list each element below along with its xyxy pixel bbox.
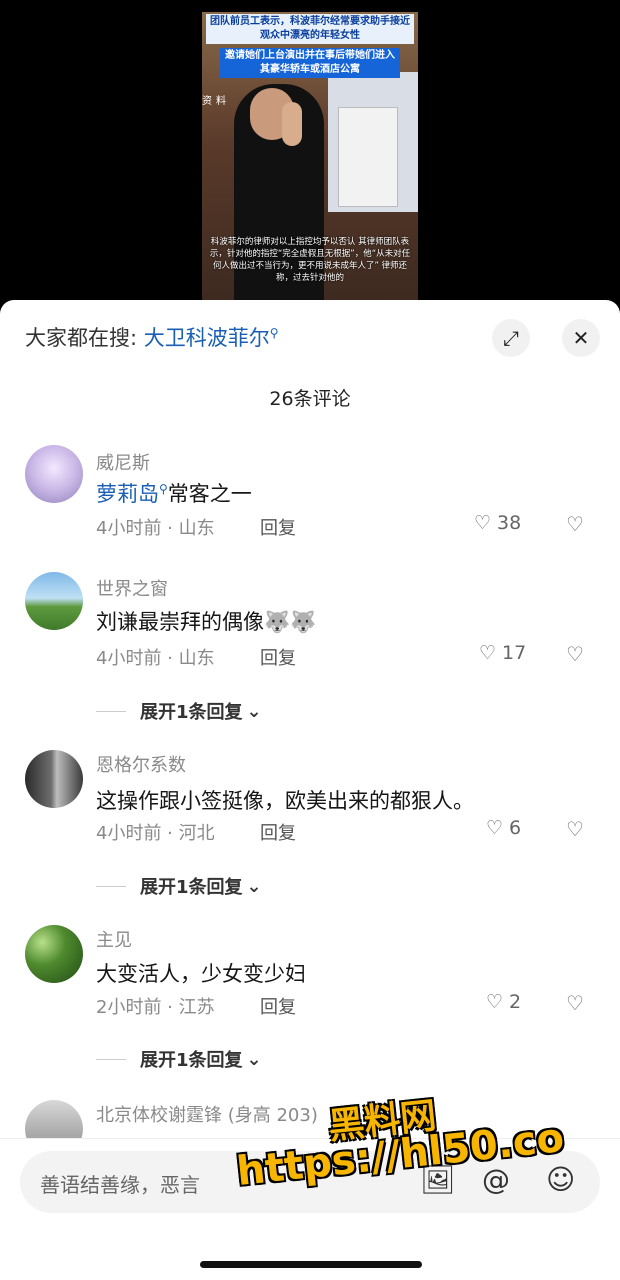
expand-replies-label: 展开1条回复 [140, 877, 243, 898]
search-prefix: 大家都在搜: [25, 326, 144, 350]
avatar[interactable] [25, 750, 83, 808]
chevron-down-icon: ⌄ [246, 1048, 262, 1070]
comment-meta: 4小时前 · 山东 [96, 518, 215, 539]
like-button[interactable]: ♡ 38 [474, 512, 521, 534]
broken-heart-icon: ♡ [566, 991, 584, 1015]
expand-button[interactable]: ⤢ [492, 319, 530, 357]
dislike-button[interactable]: ♡ [566, 642, 584, 666]
chevron-down-icon: ⌄ [246, 875, 262, 897]
search-icon: ⚲ [269, 326, 279, 340]
like-button[interactable]: ♡ 6 [486, 817, 521, 839]
comment-text: 这操作跟小签挺像，欧美出来的都狠人。 [96, 789, 474, 813]
comment-author[interactable]: 主见 [96, 926, 132, 952]
comment-author[interactable]: 恩格尔系数 [96, 751, 186, 777]
comment-meta: 2小时前 · 江苏 [96, 997, 215, 1018]
comment-keyword-link[interactable]: 萝莉岛 [96, 482, 159, 506]
search-suggestion[interactable]: 大家都在搜: 大卫科波菲尔⚲ [25, 322, 279, 352]
broken-heart-icon: ♡ [566, 642, 584, 666]
broken-heart-icon: ♡ [566, 512, 584, 536]
like-count: 17 [502, 642, 527, 664]
expand-replies-label: 展开1条回复 [140, 1050, 243, 1071]
like-count: 2 [509, 991, 522, 1013]
video-caption-mid: 邀请她们上台演出并在事后带她们进入其豪华轿车或酒店公寓 [220, 48, 400, 78]
broken-heart-icon: ♡ [566, 817, 584, 841]
close-icon: ✕ [572, 326, 590, 350]
search-icon: ⚲ [159, 482, 168, 496]
comment-author[interactable]: 世界之窗 [96, 575, 168, 601]
dislike-button[interactable]: ♡ [566, 512, 584, 536]
search-keyword[interactable]: 大卫科波菲尔 [144, 326, 270, 350]
heart-icon: ♡ [479, 642, 497, 664]
reply-button[interactable]: 回复 [260, 993, 296, 1019]
divider-line [96, 1058, 126, 1060]
like-button[interactable]: ♡ 2 [486, 991, 521, 1013]
video-frame: 团队前员工表示，科波菲尔经常要求助手接近观众中漂亮的年轻女性 邀请她们上台演出并… [202, 12, 418, 302]
comment-body: 常客之一 [167, 482, 252, 506]
comment-text: 刘谦最崇拜的偶像🐺🐺 [96, 610, 317, 634]
video-caption-source: 资料 [202, 96, 230, 107]
comment-text: 萝莉岛⚲常客之一 [96, 478, 252, 508]
video-background-shelf [338, 107, 398, 207]
expand-replies-button[interactable]: 展开1条回复 ⌄ [96, 873, 262, 899]
heart-icon: ♡ [474, 512, 492, 534]
expand-replies-button[interactable]: 展开1条回复 ⌄ [96, 1046, 262, 1072]
avatar[interactable] [25, 1100, 83, 1138]
like-button[interactable]: ♡ 17 [479, 642, 526, 664]
like-count: 6 [509, 817, 522, 839]
video-person-hand [282, 102, 302, 146]
dislike-button[interactable]: ♡ [566, 991, 584, 1015]
comment-author[interactable]: 威尼斯 [96, 449, 150, 475]
close-button[interactable]: ✕ [562, 319, 600, 357]
reply-button[interactable]: 回复 [260, 644, 296, 670]
avatar[interactable] [25, 572, 83, 630]
comment-meta: 4小时前 · 山东 [96, 648, 215, 669]
heart-icon: ♡ [486, 991, 504, 1013]
chevron-down-icon: ⌄ [246, 700, 262, 722]
emoji-icon[interactable]: ☺ [546, 1163, 575, 1196]
video-player[interactable]: 团队前员工表示，科波菲尔经常要求助手接近观众中漂亮的年轻女性 邀请她们上台演出并… [0, 0, 620, 305]
expand-replies-label: 展开1条回复 [140, 702, 243, 723]
comment-text: 大变活人，少女变少妇 [96, 962, 306, 986]
divider-line [96, 710, 126, 712]
avatar[interactable] [25, 925, 83, 983]
divider-line [96, 885, 126, 887]
comment-input-placeholder: 善语结善缘，恶言 [40, 1173, 200, 1197]
comment-meta: 4小时前 · 河北 [96, 823, 215, 844]
reply-button[interactable]: 回复 [260, 819, 296, 845]
comment-count: 26条评论 [269, 388, 351, 410]
comment-author[interactable]: 北京体校谢霆锋 (身高 203) [96, 1101, 318, 1127]
home-indicator [200, 1261, 422, 1268]
reply-button[interactable]: 回复 [260, 514, 296, 540]
avatar[interactable] [25, 445, 83, 503]
expand-icon: ⤢ [503, 326, 519, 350]
video-caption-bottom: 科波菲尔的律师对以上指控均予以否认 其律师团队表示，针对他的指控“完全虚假且无根… [209, 237, 411, 283]
video-caption-top: 团队前员工表示，科波菲尔经常要求助手接近观众中漂亮的年轻女性 [206, 14, 414, 44]
dislike-button[interactable]: ♡ [566, 817, 584, 841]
like-count: 38 [497, 512, 522, 534]
expand-replies-button[interactable]: 展开1条回复 ⌄ [96, 698, 262, 724]
heart-icon: ♡ [486, 817, 504, 839]
